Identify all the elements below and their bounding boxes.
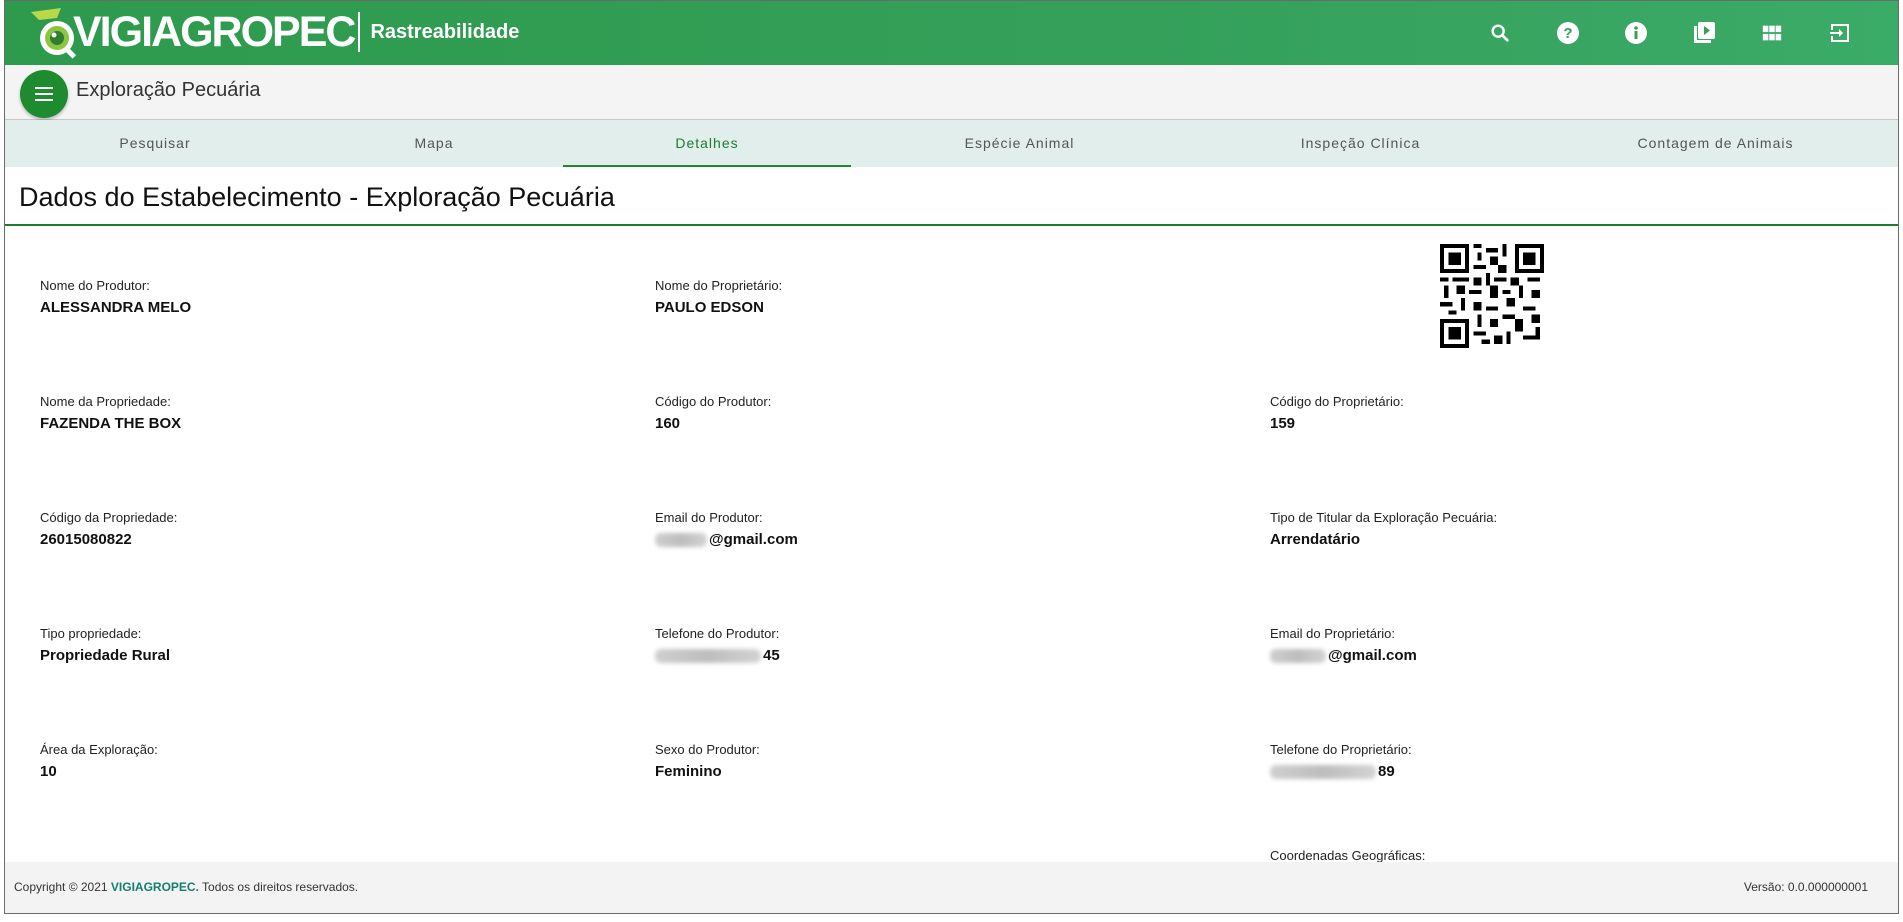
field-label: Coordenadas Geográficas: bbox=[1270, 848, 1426, 863]
email-domain: @gmail.com bbox=[1328, 647, 1417, 664]
page-title: Exploração Pecuária bbox=[76, 79, 261, 101]
tab-mapa[interactable]: Mapa bbox=[305, 120, 563, 167]
field-label: Código da Propriedade: bbox=[40, 510, 178, 525]
field-label: Tipo de Titular da Exploração Pecuária: bbox=[1270, 510, 1498, 525]
field-label: Nome do Proprietário: bbox=[655, 278, 783, 293]
redacted-text bbox=[655, 533, 707, 548]
redacted-text bbox=[1270, 765, 1376, 780]
details-panel: Nome do Produtor: ALESSANDRA MELO Nome d… bbox=[5, 228, 1898, 864]
field-label: Código do Produtor: bbox=[655, 394, 772, 409]
qr-code bbox=[1440, 244, 1544, 348]
field-label: Email do Proprietário: bbox=[1270, 626, 1395, 641]
field-coordenadas: Coordenadas Geográficas: bbox=[1270, 848, 1425, 863]
field-email-produtor: Email do Produtor: @gmail.com bbox=[655, 510, 798, 548]
app-logo[interactable]: VIGIAGROPEC Rastreabilidade bbox=[27, 5, 519, 59]
footer: Copyright © 2021 VIGIAGROPEC. Todos os d… bbox=[5, 862, 1898, 913]
hamburger-menu-icon bbox=[35, 87, 53, 101]
logo-subtitle: Rastreabilidade bbox=[370, 20, 520, 43]
svg-text:?: ? bbox=[1563, 25, 1572, 42]
field-label: Nome do Produtor: bbox=[40, 278, 150, 293]
field-value: 160 bbox=[655, 415, 681, 432]
field-value: Propriedade Rural bbox=[40, 647, 171, 664]
page-header: Exploração Pecuária bbox=[5, 65, 1898, 120]
field-tipo-titular: Tipo de Titular da Exploração Pecuária: … bbox=[1270, 510, 1497, 548]
field-value: ALESSANDRA MELO bbox=[40, 299, 192, 316]
field-telefone-produtor: Telefone do Produtor: 45 bbox=[655, 626, 780, 664]
field-label: Telefone do Produtor: bbox=[655, 626, 780, 641]
field-label: Tipo propriedade: bbox=[40, 626, 142, 641]
phone-suffix: 89 bbox=[1378, 763, 1395, 780]
apps-grid-icon[interactable] bbox=[1758, 19, 1786, 47]
phone-suffix: 45 bbox=[763, 647, 780, 664]
section-title: Dados do Estabelecimento - Exploração Pe… bbox=[5, 167, 1898, 226]
field-value: 45 bbox=[655, 647, 780, 664]
logout-icon[interactable] bbox=[1826, 19, 1854, 47]
field-area-exploracao: Área da Exploração: 10 bbox=[40, 742, 158, 780]
toolbar-actions: ? bbox=[1486, 1, 1854, 65]
field-label: Nome da Propriedade: bbox=[40, 394, 171, 409]
field-value: 10 bbox=[40, 763, 57, 780]
field-codigo-proprietario: Código do Proprietário: 159 bbox=[1270, 394, 1404, 432]
field-telefone-proprietario: Telefone do Proprietário: 89 bbox=[1270, 742, 1412, 780]
tab-bar: Pesquisar Mapa Detalhes Espécie Animal I… bbox=[5, 120, 1898, 167]
field-tipo-propriedade: Tipo propriedade: Propriedade Rural bbox=[40, 626, 170, 664]
field-label: Email do Produtor: bbox=[655, 510, 763, 525]
field-nome-proprietario: Nome do Proprietário: PAULO EDSON bbox=[655, 278, 782, 316]
field-value: Arrendatário bbox=[1270, 531, 1361, 548]
footer-copyright: Copyright © 2021 VIGIAGROPEC. Todos os d… bbox=[14, 862, 358, 913]
field-codigo-propriedade: Código da Propriedade: 26015080822 bbox=[40, 510, 177, 548]
search-icon[interactable] bbox=[1486, 19, 1514, 47]
top-app-bar: VIGIAGROPEC Rastreabilidade ? bbox=[5, 1, 1898, 65]
field-value: @gmail.com bbox=[655, 531, 798, 548]
field-nome-produtor: Nome do Produtor: ALESSANDRA MELO bbox=[40, 278, 191, 316]
footer-brand-link[interactable]: VIGIAGROPEC. bbox=[111, 880, 199, 894]
logo-divider bbox=[358, 12, 361, 52]
menu-button[interactable] bbox=[20, 70, 68, 118]
redacted-text bbox=[1270, 649, 1326, 664]
logo-text: VIGIAGROPEC bbox=[73, 7, 356, 56]
field-label: Área da Exploração: bbox=[40, 742, 158, 757]
field-nome-propriedade: Nome da Propriedade: FAZENDA THE BOX bbox=[40, 394, 181, 432]
field-value: PAULO EDSON bbox=[655, 299, 764, 316]
field-email-proprietario: Email do Proprietário: @gmail.com bbox=[1270, 626, 1417, 664]
copyright-text: Copyright © 2021 bbox=[14, 880, 108, 894]
field-codigo-produtor: Código do Produtor: 160 bbox=[655, 394, 771, 432]
field-label: Telefone do Proprietário: bbox=[1270, 742, 1412, 757]
version-text: Versão: 0.0.000000001 bbox=[1743, 880, 1868, 894]
tab-detalhes[interactable]: Detalhes bbox=[563, 120, 851, 167]
field-value: 159 bbox=[1270, 415, 1296, 432]
tab-contagem-animais[interactable]: Contagem de Animais bbox=[1533, 120, 1898, 167]
field-value: FAZENDA THE BOX bbox=[40, 415, 182, 432]
field-label: Sexo do Produtor: bbox=[655, 742, 760, 757]
field-label: Código do Proprietário: bbox=[1270, 394, 1404, 409]
field-value: 89 bbox=[1270, 763, 1412, 780]
app-window: VIGIAGROPEC Rastreabilidade ? Exploração… bbox=[4, 0, 1899, 914]
info-icon[interactable] bbox=[1622, 19, 1650, 47]
rights-text: Todos os direitos reservados. bbox=[202, 880, 359, 894]
redacted-text bbox=[655, 649, 761, 664]
video-library-icon[interactable] bbox=[1690, 19, 1718, 47]
eye-logo-icon bbox=[27, 4, 83, 60]
email-domain: @gmail.com bbox=[709, 531, 798, 548]
field-value: 26015080822 bbox=[40, 531, 132, 548]
tab-pesquisar[interactable]: Pesquisar bbox=[5, 120, 305, 167]
tab-especie-animal[interactable]: Espécie Animal bbox=[851, 120, 1188, 167]
tab-inspecao-clinica[interactable]: Inspeção Clínica bbox=[1188, 120, 1533, 167]
field-sexo-produtor: Sexo do Produtor: Feminino bbox=[655, 742, 760, 780]
field-value: @gmail.com bbox=[1270, 647, 1417, 664]
help-icon[interactable]: ? bbox=[1554, 19, 1582, 47]
field-value: Feminino bbox=[655, 763, 722, 780]
